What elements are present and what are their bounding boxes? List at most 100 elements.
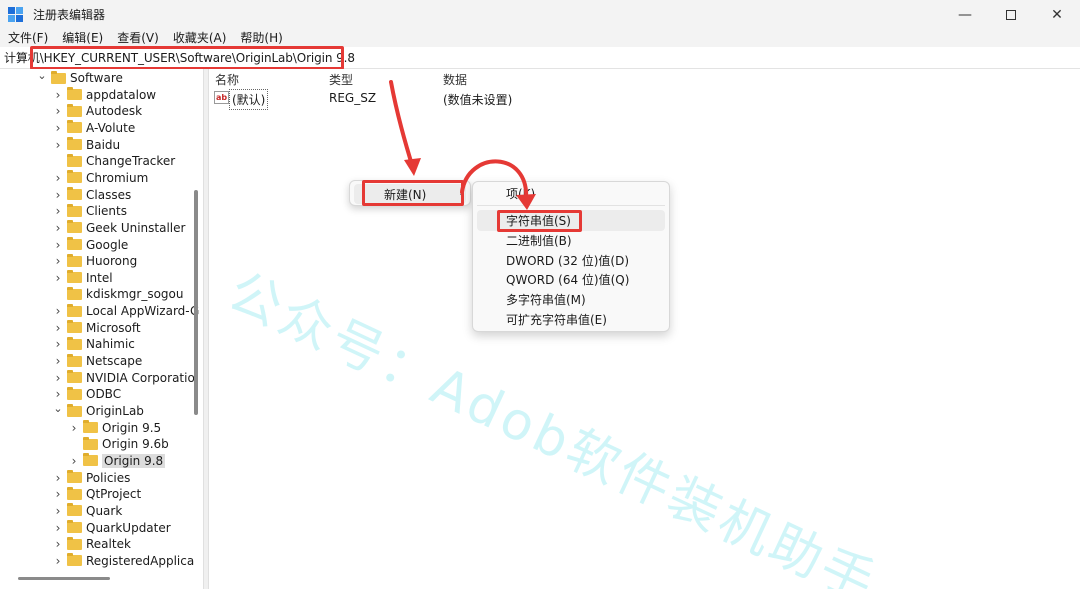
maximize-button[interactable] — [988, 0, 1034, 29]
column-header-name[interactable]: 名称 — [215, 71, 239, 88]
chevron-right-icon[interactable]: › — [53, 353, 63, 369]
tree-vertical-scrollbar[interactable] — [194, 190, 198, 415]
folder-icon — [67, 270, 82, 284]
chevron-right-icon[interactable]: › — [53, 170, 63, 186]
tree-item[interactable]: ⌄ OriginLab — [53, 401, 144, 419]
tree-item[interactable]: kdiskmgr_sogou — [53, 286, 184, 302]
folder-icon — [67, 353, 82, 367]
address-highlight-box — [30, 46, 344, 70]
submenu-dword-value[interactable]: DWORD (32 位)值(D) — [506, 252, 629, 270]
tree-item-label: Chromium — [86, 170, 149, 185]
column-header-type[interactable]: 类型 — [329, 71, 353, 88]
chevron-right-icon[interactable]: › — [53, 120, 63, 136]
submenu-key[interactable]: 项(K) — [506, 185, 535, 203]
tree-item[interactable]: › Autodesk — [53, 103, 142, 119]
chevron-right-icon[interactable]: › — [53, 87, 63, 103]
submenu-binary-value[interactable]: 二进制值(B) — [506, 232, 572, 250]
chevron-right-icon[interactable]: › — [53, 503, 63, 519]
menu-favorites[interactable]: 收藏夹(A) — [166, 29, 234, 47]
folder-icon — [67, 187, 82, 201]
chevron-right-icon[interactable]: › — [53, 470, 63, 486]
submenu-expandable-string-value[interactable]: 可扩充字符串值(E) — [506, 311, 607, 329]
folder-icon — [83, 453, 98, 467]
tree-item[interactable]: › Origin 9.8 — [69, 453, 166, 469]
tree-item[interactable]: › RegisteredApplica — [53, 553, 194, 569]
tree-item-label: Origin 9.6b — [102, 437, 169, 452]
menu-file[interactable]: 文件(F) — [0, 29, 55, 47]
tree-item[interactable]: › Geek Uninstaller — [53, 220, 185, 236]
tree-item-label: Intel — [86, 270, 113, 285]
tree-item[interactable]: › Chromium — [53, 170, 148, 186]
chevron-right-icon[interactable]: › — [53, 536, 63, 552]
tree-item[interactable]: › Local AppWizard-G — [53, 303, 199, 319]
minimize-button[interactable]: — — [942, 0, 988, 29]
tree-item[interactable]: › Clients — [53, 203, 127, 219]
folder-icon — [67, 237, 82, 250]
tree-item[interactable]: › ODBC — [53, 386, 121, 402]
folder-icon — [67, 286, 82, 300]
chevron-right-icon[interactable]: › — [53, 203, 63, 219]
tree-item[interactable]: › Baidu — [53, 137, 120, 153]
tree-item[interactable]: › Netscape — [53, 353, 142, 369]
tree-item[interactable]: › Microsoft — [53, 320, 141, 336]
registry-tree[interactable]: ⌄ Software › appdatalow › Autodesk › A-Volute › B… — [0, 69, 203, 589]
folder-icon — [67, 503, 82, 517]
chevron-right-icon[interactable]: › — [69, 420, 79, 436]
close-button[interactable]: ✕ — [1034, 0, 1080, 29]
tree-item[interactable]: › Realtek — [53, 536, 131, 552]
tree-item[interactable]: › Nahimic — [53, 336, 135, 352]
tree-item[interactable]: ⌄ Software — [37, 69, 123, 86]
tree-item-label: Huorong — [86, 254, 138, 269]
chevron-right-icon[interactable]: › — [69, 453, 79, 469]
tree-item[interactable]: › QtProject — [53, 486, 141, 502]
tree-item[interactable]: › Origin 9.5 — [69, 420, 161, 436]
chevron-right-icon[interactable]: › — [53, 103, 63, 119]
tree-item[interactable]: › Quark — [53, 503, 122, 519]
chevron-right-icon[interactable]: › — [53, 303, 63, 319]
chevron-right-icon[interactable]: › — [53, 137, 63, 153]
menu-edit[interactable]: 编辑(E) — [55, 29, 110, 47]
tree-item[interactable]: › Intel — [53, 270, 113, 286]
chevron-right-icon[interactable]: › — [53, 320, 63, 336]
chevron-right-icon[interactable]: › — [53, 270, 63, 286]
tree-item-label: Nahimic — [86, 337, 135, 352]
chevron-right-icon[interactable]: › — [53, 220, 63, 236]
column-header-data[interactable]: 数据 — [443, 71, 467, 88]
chevron-right-icon[interactable]: › — [53, 553, 63, 569]
chevron-down-icon[interactable]: ⌄ — [37, 69, 47, 84]
tree-item[interactable]: › A-Volute — [53, 120, 135, 136]
chevron-right-icon[interactable]: › — [53, 187, 63, 203]
tree-item[interactable]: › Google — [53, 237, 128, 253]
tree-item[interactable]: Origin 9.6b — [69, 436, 169, 452]
tree-item[interactable]: › appdatalow — [53, 87, 156, 103]
chevron-right-icon[interactable]: › — [53, 237, 63, 253]
tree-item[interactable]: ChangeTracker — [53, 153, 175, 169]
value-name-default[interactable]: (默认) — [229, 89, 269, 110]
tree-item[interactable]: › Policies — [53, 470, 130, 486]
tree-item[interactable]: › QuarkUpdater — [53, 520, 171, 536]
chevron-right-icon[interactable]: › — [53, 336, 63, 352]
chevron-right-icon[interactable]: › — [53, 253, 63, 269]
submenu-multi-string-value[interactable]: 多字符串值(M) — [506, 291, 586, 309]
tree-item[interactable]: › NVIDIA Corporatio — [53, 370, 195, 386]
menu-help[interactable]: 帮助(H) — [233, 29, 289, 47]
tree-item-label: Classes — [86, 187, 132, 202]
menu-view[interactable]: 查看(V) — [110, 29, 166, 47]
menu-bar: 文件(F) 编辑(E) 查看(V) 收藏夹(A) 帮助(H) — [0, 29, 1080, 47]
folder-icon — [51, 70, 66, 84]
tree-item-label: ChangeTracker — [86, 154, 176, 169]
tree-horizontal-scrollbar[interactable] — [18, 577, 110, 580]
folder-icon — [67, 120, 82, 134]
chevron-down-icon[interactable]: ⌄ — [53, 401, 63, 417]
chevron-right-icon[interactable]: › — [53, 520, 63, 536]
tree-item[interactable]: › Classes — [53, 187, 131, 203]
tree-item[interactable]: › Huorong — [53, 253, 137, 269]
folder-icon — [67, 536, 82, 550]
title-bar: 注册表编辑器 — ✕ — [0, 0, 1080, 29]
chevron-right-icon[interactable]: › — [53, 486, 63, 502]
chevron-right-icon[interactable]: › — [53, 370, 63, 386]
folder-icon — [83, 420, 98, 434]
maximize-icon — [1006, 9, 1016, 20]
submenu-qword-value[interactable]: QWORD (64 位)值(Q) — [506, 271, 629, 289]
regedit-icon — [8, 6, 24, 23]
